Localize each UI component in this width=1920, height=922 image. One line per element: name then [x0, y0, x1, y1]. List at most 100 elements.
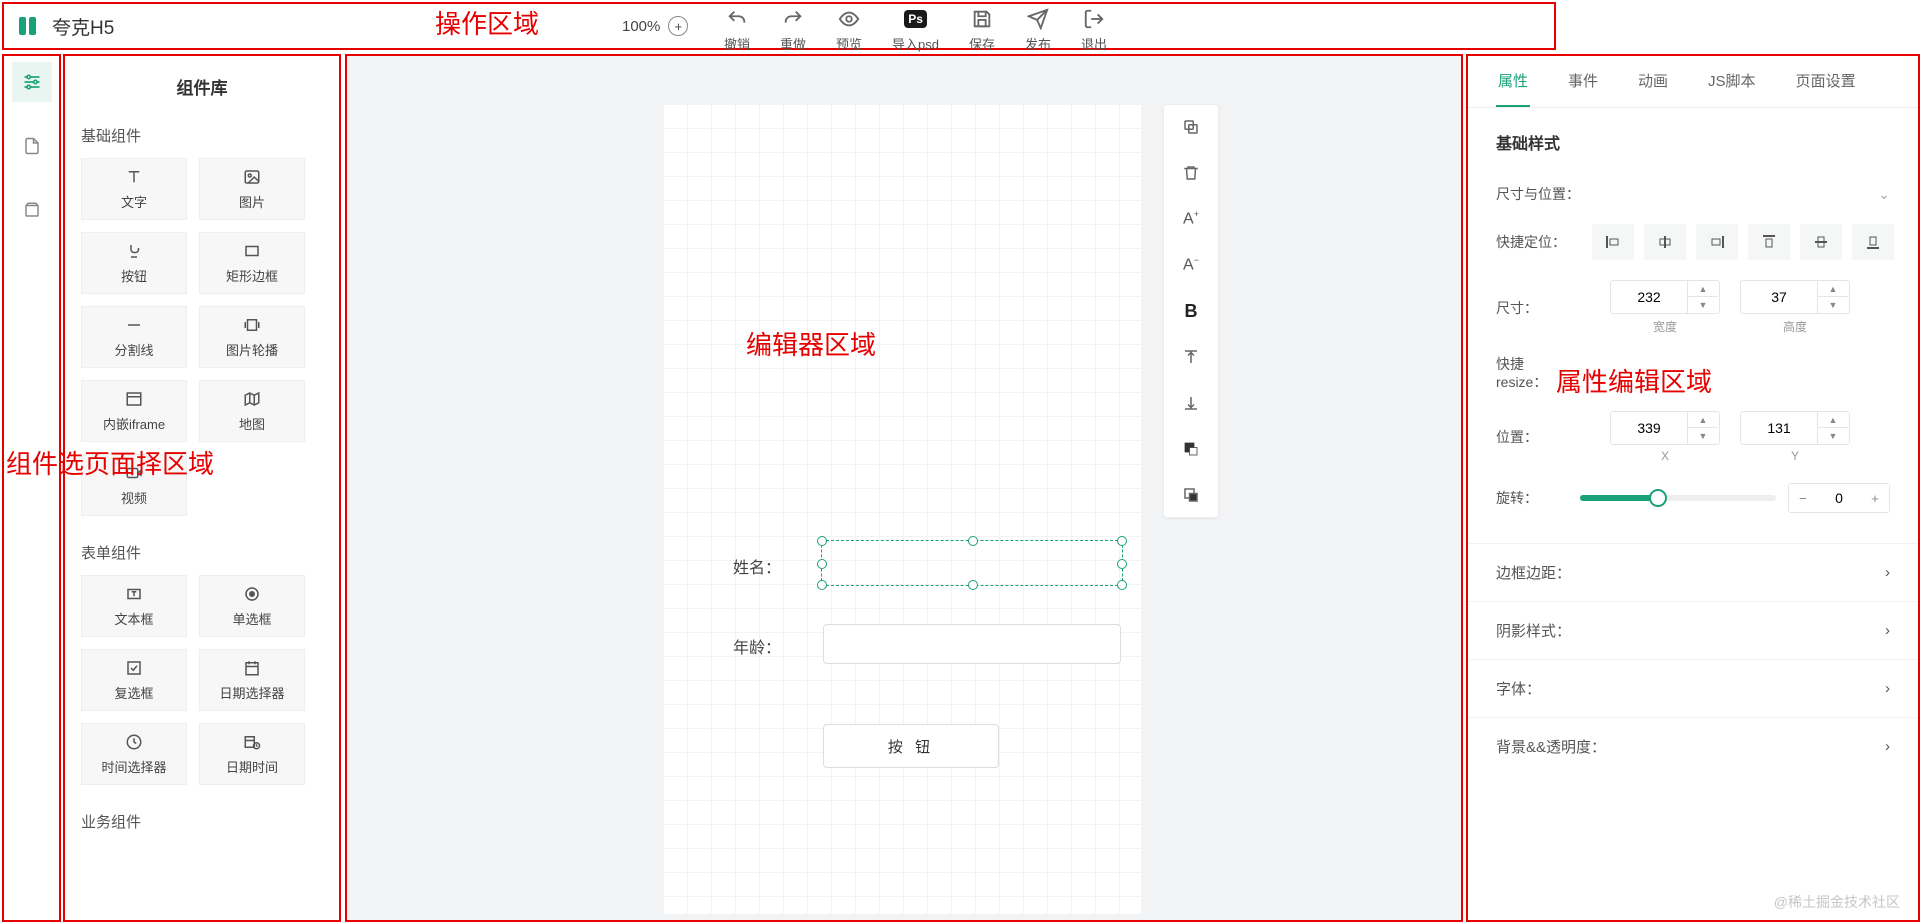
y-input[interactable]: ▲▼ — [1740, 411, 1850, 445]
x-input[interactable]: ▲▼ — [1610, 411, 1720, 445]
button-icon — [125, 242, 143, 260]
send-back-icon — [1182, 486, 1200, 504]
align-bottom-icon — [1182, 394, 1200, 412]
zoom-control: 100% + — [622, 16, 688, 36]
send-back-button[interactable] — [1179, 483, 1203, 507]
rail-tab-layers[interactable] — [12, 190, 52, 230]
canvas-float-toolbar: A+ A− B — [1163, 104, 1219, 518]
row-size: 尺寸： ▲▼ 宽度 ▲▼ 高度 — [1468, 270, 1918, 345]
tab-script[interactable]: JS脚本 — [1706, 70, 1758, 107]
undo-button[interactable]: 撤销 — [724, 8, 750, 53]
component-basic-iframe[interactable]: 内嵌iframe — [81, 380, 187, 442]
chevron-down-icon: ⌄ — [1878, 186, 1890, 203]
component-form-checkbox[interactable]: 复选框 — [81, 649, 187, 711]
width-input[interactable]: ▲▼ — [1610, 280, 1720, 314]
component-panel-title: 组件库 — [75, 66, 329, 115]
font-decrease-icon: A− — [1183, 255, 1199, 274]
rotate-slider[interactable] — [1580, 495, 1776, 501]
iframe-icon — [125, 390, 143, 408]
redo-icon — [782, 8, 804, 30]
component-basic-divider[interactable]: 分割线 — [81, 306, 187, 368]
anchor-top-button[interactable] — [1748, 224, 1790, 260]
canvas-button[interactable]: 按 钮 — [823, 724, 999, 768]
tab-page[interactable]: 页面设置 — [1794, 70, 1858, 107]
anchor-right-button[interactable] — [1696, 224, 1738, 260]
accordion-font[interactable]: 字体：› — [1468, 659, 1918, 717]
app-logo-icon — [16, 14, 40, 38]
canvas[interactable]: 姓名： 年龄： 按 钮 — [663, 104, 1141, 914]
canvas-input-age[interactable] — [823, 624, 1121, 664]
component-basic-carousel[interactable]: 图片轮播 — [199, 306, 305, 368]
component-form-radio[interactable]: 单选框 — [199, 575, 305, 637]
rail-tab-pages[interactable] — [12, 126, 52, 166]
component-form-date[interactable]: 日期选择器 — [199, 649, 305, 711]
step-down-icon[interactable]: ▼ — [1688, 297, 1718, 313]
undo-icon — [726, 8, 748, 30]
copy-button[interactable] — [1179, 115, 1203, 139]
rotate-stepper[interactable]: − + — [1788, 483, 1890, 513]
align-top-icon — [1182, 348, 1200, 366]
height-input[interactable]: ▲▼ — [1740, 280, 1850, 314]
preview-button[interactable]: 预览 — [836, 8, 862, 53]
canvas-label-name: 姓名： — [733, 554, 781, 578]
rail-tab-components[interactable] — [12, 62, 52, 102]
component-basic-map[interactable]: 地图 — [199, 380, 305, 442]
exit-icon — [1083, 8, 1105, 30]
accordion-background[interactable]: 背景&&透明度：› — [1468, 717, 1918, 775]
component-form-textbox[interactable]: 文本框 — [81, 575, 187, 637]
font-increase-button[interactable]: A+ — [1179, 207, 1203, 231]
accordion-border[interactable]: 边框边距：› — [1468, 543, 1918, 601]
datetime-icon — [243, 733, 261, 751]
step-up-icon[interactable]: ▲ — [1688, 281, 1718, 297]
publish-icon — [1027, 8, 1049, 30]
textbox-icon — [125, 585, 143, 603]
bring-front-button[interactable] — [1179, 437, 1203, 461]
component-basic-video[interactable]: 视频 — [81, 454, 187, 516]
zoom-in-button[interactable]: + — [668, 16, 688, 36]
import-psd-button[interactable]: Ps 导入psd — [892, 8, 939, 53]
tab-attributes[interactable]: 属性 — [1496, 70, 1530, 107]
tab-events[interactable]: 事件 — [1566, 70, 1600, 107]
chevron-right-icon: › — [1885, 680, 1890, 697]
tab-animation[interactable]: 动画 — [1636, 70, 1670, 107]
exit-button[interactable]: 退出 — [1081, 8, 1107, 53]
selection-outline[interactable] — [821, 540, 1123, 586]
component-basic-button[interactable]: 按钮 — [81, 232, 187, 294]
property-tabs: 属性 事件 动画 JS脚本 页面设置 — [1468, 62, 1918, 108]
copy-icon — [1182, 118, 1200, 136]
align-top-button[interactable] — [1179, 345, 1203, 369]
save-icon — [971, 8, 993, 30]
chevron-right-icon: › — [1885, 738, 1890, 755]
delete-button[interactable] — [1179, 161, 1203, 185]
redo-button[interactable]: 重做 — [780, 8, 806, 53]
bold-button[interactable]: B — [1179, 299, 1203, 323]
row-size-pos[interactable]: 尺寸与位置： ⌄ — [1468, 174, 1918, 214]
rotate-minus-button[interactable]: − — [1789, 484, 1817, 512]
video-icon — [125, 464, 143, 482]
component-form-datetime[interactable]: 日期时间 — [199, 723, 305, 785]
watermark: @稀土掘金技术社区 — [1774, 892, 1900, 912]
rotate-plus-button[interactable]: + — [1861, 484, 1889, 512]
publish-button[interactable]: 发布 — [1025, 8, 1051, 53]
component-basic-image[interactable]: 图片 — [199, 158, 305, 220]
align-bottom-button[interactable] — [1179, 391, 1203, 415]
psd-icon: Ps — [905, 8, 927, 30]
anchor-left-button[interactable] — [1592, 224, 1634, 260]
radio-icon — [243, 585, 261, 603]
time-icon — [125, 733, 143, 751]
components-icon — [22, 72, 42, 92]
layers-icon — [23, 201, 41, 219]
checkbox-icon — [125, 659, 143, 677]
anchor-hcenter-button[interactable] — [1644, 224, 1686, 260]
accordion-shadow[interactable]: 阴影样式：› — [1468, 601, 1918, 659]
component-form-time[interactable]: 时间选择器 — [81, 723, 187, 785]
zoom-value: 100% — [622, 18, 660, 35]
component-basic-text[interactable]: 文字 — [81, 158, 187, 220]
save-button[interactable]: 保存 — [969, 8, 995, 53]
carousel-icon — [243, 316, 261, 334]
component-basic-rect[interactable]: 矩形边框 — [199, 232, 305, 294]
anchor-bottom-button[interactable] — [1852, 224, 1894, 260]
date-icon — [243, 659, 261, 677]
font-decrease-button[interactable]: A− — [1179, 253, 1203, 277]
anchor-vcenter-button[interactable] — [1800, 224, 1842, 260]
